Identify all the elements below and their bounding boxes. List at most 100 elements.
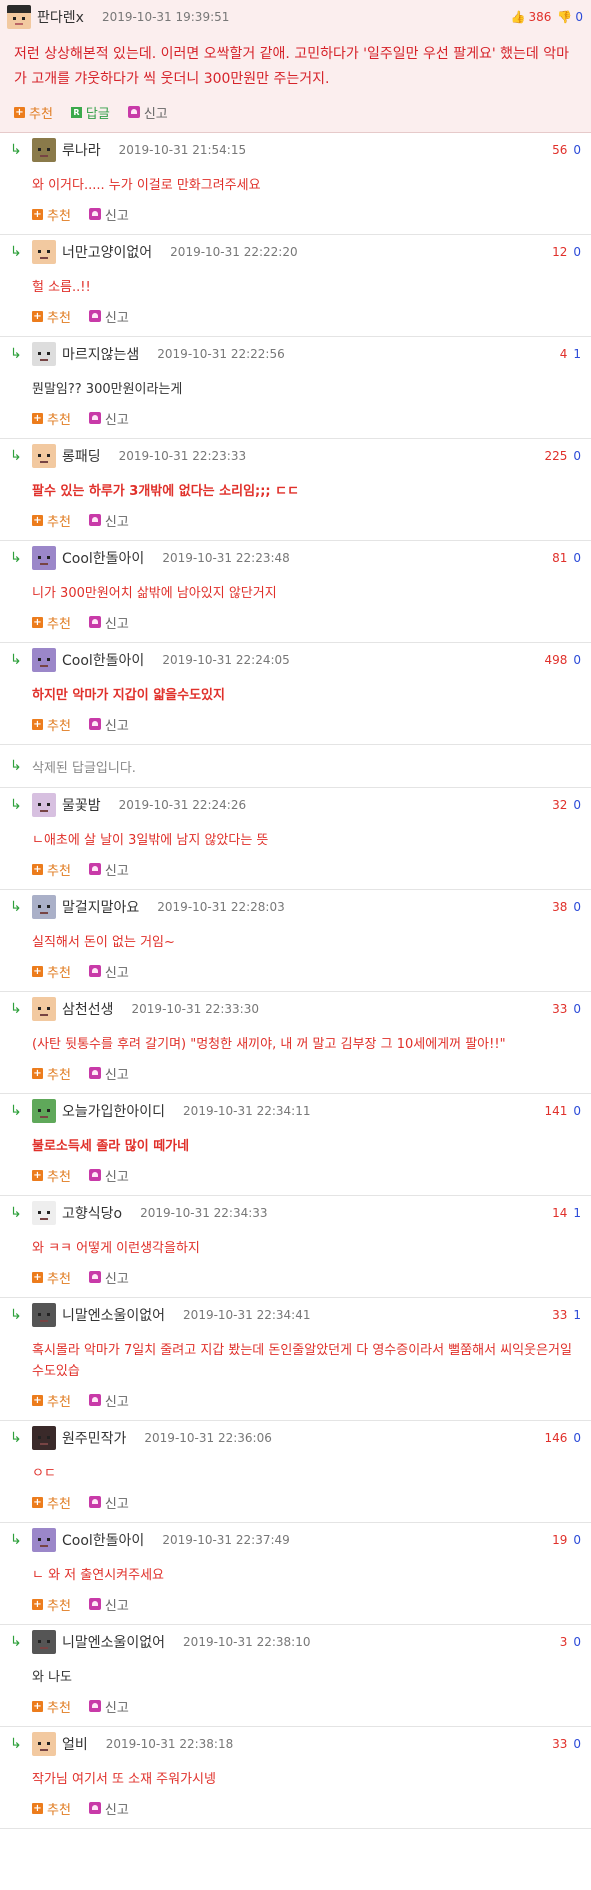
report-button[interactable]: 신고 (88, 1268, 129, 1287)
recommend-button[interactable]: + 추천 (32, 1268, 71, 1287)
user-avatar[interactable] (32, 138, 56, 162)
comment-nickname[interactable]: 롱패딩 (62, 446, 101, 466)
report-button[interactable]: 신고 (88, 715, 129, 734)
comment-up-count[interactable]: 498 (544, 653, 567, 667)
comment-up-count[interactable]: 4 (560, 347, 568, 361)
comment-nickname[interactable]: 물꽃밤 (62, 795, 101, 815)
comment-nickname[interactable]: 말걸지말아요 (62, 897, 139, 917)
report-button[interactable]: 신고 (88, 511, 129, 530)
comment-down-count[interactable]: 0 (573, 143, 581, 157)
comment-down-count[interactable]: 0 (573, 900, 581, 914)
comment-up-count[interactable]: 33 (552, 1002, 567, 1016)
report-button[interactable]: 신고 (88, 1595, 129, 1614)
report-button[interactable]: 신고 (88, 860, 129, 879)
comment-down-count[interactable]: 1 (573, 1206, 581, 1220)
user-avatar[interactable] (32, 1630, 56, 1654)
comment-down-count[interactable]: 0 (573, 1002, 581, 1016)
recommend-button[interactable]: + 추천 (32, 409, 71, 428)
comment-nickname[interactable]: 고향식당o (62, 1203, 122, 1223)
user-avatar[interactable] (32, 793, 56, 817)
recommend-button[interactable]: + 추천 (32, 1595, 71, 1614)
comment-up-count[interactable]: 146 (544, 1431, 567, 1445)
comment-nickname[interactable]: Cool한돌아이 (62, 548, 144, 568)
comment-nickname[interactable]: 너만고양이없어 (62, 242, 152, 262)
comment-up-count[interactable]: 33 (552, 1308, 567, 1322)
comment-nickname[interactable]: 얼비 (62, 1734, 88, 1754)
comment-nickname[interactable]: 니말엔소울이없어 (62, 1632, 165, 1652)
reply-button[interactable]: R 답글 (70, 103, 110, 122)
recommend-button[interactable]: + 추천 (32, 613, 71, 632)
user-avatar[interactable] (32, 1201, 56, 1225)
thumbs-up-icon[interactable]: 👍 (511, 10, 526, 24)
report-button[interactable]: 신고 (88, 409, 129, 428)
comment-nickname[interactable]: 원주민작가 (62, 1428, 126, 1448)
report-button[interactable]: 신고 (127, 103, 168, 122)
comment-down-count[interactable]: 0 (573, 245, 581, 259)
post-nickname[interactable]: 판다렌x (37, 7, 84, 27)
report-button[interactable]: 신고 (88, 613, 129, 632)
comment-down-count[interactable]: 1 (573, 347, 581, 361)
recommend-button[interactable]: + 추천 (32, 205, 71, 224)
thumbs-down-icon[interactable]: 👎 (557, 10, 572, 24)
recommend-button[interactable]: + 추천 (32, 715, 71, 734)
user-avatar[interactable] (32, 1303, 56, 1327)
comment-up-count[interactable]: 38 (552, 900, 567, 914)
comment-up-count[interactable]: 12 (552, 245, 567, 259)
comment-nickname[interactable]: 니말엔소울이없어 (62, 1305, 165, 1325)
comment-down-count[interactable]: 1 (573, 1308, 581, 1322)
comment-down-count[interactable]: 0 (573, 653, 581, 667)
comment-down-count[interactable]: 0 (573, 798, 581, 812)
user-avatar[interactable] (32, 342, 56, 366)
user-avatar[interactable] (32, 1732, 56, 1756)
comment-down-count[interactable]: 0 (573, 1431, 581, 1445)
user-avatar[interactable] (32, 1099, 56, 1123)
report-button[interactable]: 신고 (88, 1493, 129, 1512)
recommend-button[interactable]: + 추천 (14, 103, 53, 122)
user-avatar[interactable] (32, 1426, 56, 1450)
comment-up-count[interactable]: 81 (552, 551, 567, 565)
comment-nickname[interactable]: 마르지않는샘 (62, 344, 139, 364)
recommend-button[interactable]: + 추천 (32, 1166, 71, 1185)
report-button[interactable]: 신고 (88, 1064, 129, 1083)
report-button[interactable]: 신고 (88, 1166, 129, 1185)
comment-nickname[interactable]: Cool한돌아이 (62, 1530, 144, 1550)
report-button[interactable]: 신고 (88, 205, 129, 224)
report-button[interactable]: 신고 (88, 962, 129, 981)
comment-nickname[interactable]: 루나라 (62, 140, 101, 160)
comment-nickname[interactable]: 오늘가입한아이디 (62, 1101, 165, 1121)
user-avatar[interactable] (32, 546, 56, 570)
report-button[interactable]: 신고 (88, 1799, 129, 1818)
user-avatar[interactable] (32, 648, 56, 672)
comment-nickname[interactable]: Cool한돌아이 (62, 650, 144, 670)
comment-down-count[interactable]: 0 (573, 1104, 581, 1118)
comment-up-count[interactable]: 33 (552, 1737, 567, 1751)
comment-up-count[interactable]: 3 (560, 1635, 568, 1649)
recommend-button[interactable]: + 추천 (32, 307, 71, 326)
comment-down-count[interactable]: 0 (573, 1533, 581, 1547)
comment-down-count[interactable]: 0 (573, 449, 581, 463)
recommend-button[interactable]: + 추천 (32, 1799, 71, 1818)
user-avatar[interactable] (32, 1528, 56, 1552)
user-avatar[interactable] (32, 444, 56, 468)
recommend-button[interactable]: + 추천 (32, 1064, 71, 1083)
recommend-button[interactable]: + 추천 (32, 511, 71, 530)
comment-down-count[interactable]: 0 (573, 551, 581, 565)
comment-up-count[interactable]: 141 (544, 1104, 567, 1118)
user-avatar[interactable] (32, 895, 56, 919)
comment-up-count[interactable]: 14 (552, 1206, 567, 1220)
comment-down-count[interactable]: 0 (573, 1635, 581, 1649)
report-button[interactable]: 신고 (88, 307, 129, 326)
comment-up-count[interactable]: 56 (552, 143, 567, 157)
comment-nickname[interactable]: 삼천선생 (62, 999, 114, 1019)
user-avatar[interactable] (7, 5, 31, 29)
recommend-button[interactable]: + 추천 (32, 962, 71, 981)
user-avatar[interactable] (32, 997, 56, 1021)
comment-up-count[interactable]: 32 (552, 798, 567, 812)
report-button[interactable]: 신고 (88, 1697, 129, 1716)
recommend-button[interactable]: + 추천 (32, 1391, 71, 1410)
recommend-button[interactable]: + 추천 (32, 1697, 71, 1716)
report-button[interactable]: 신고 (88, 1391, 129, 1410)
comment-up-count[interactable]: 225 (544, 449, 567, 463)
recommend-button[interactable]: + 추천 (32, 1493, 71, 1512)
user-avatar[interactable] (32, 240, 56, 264)
